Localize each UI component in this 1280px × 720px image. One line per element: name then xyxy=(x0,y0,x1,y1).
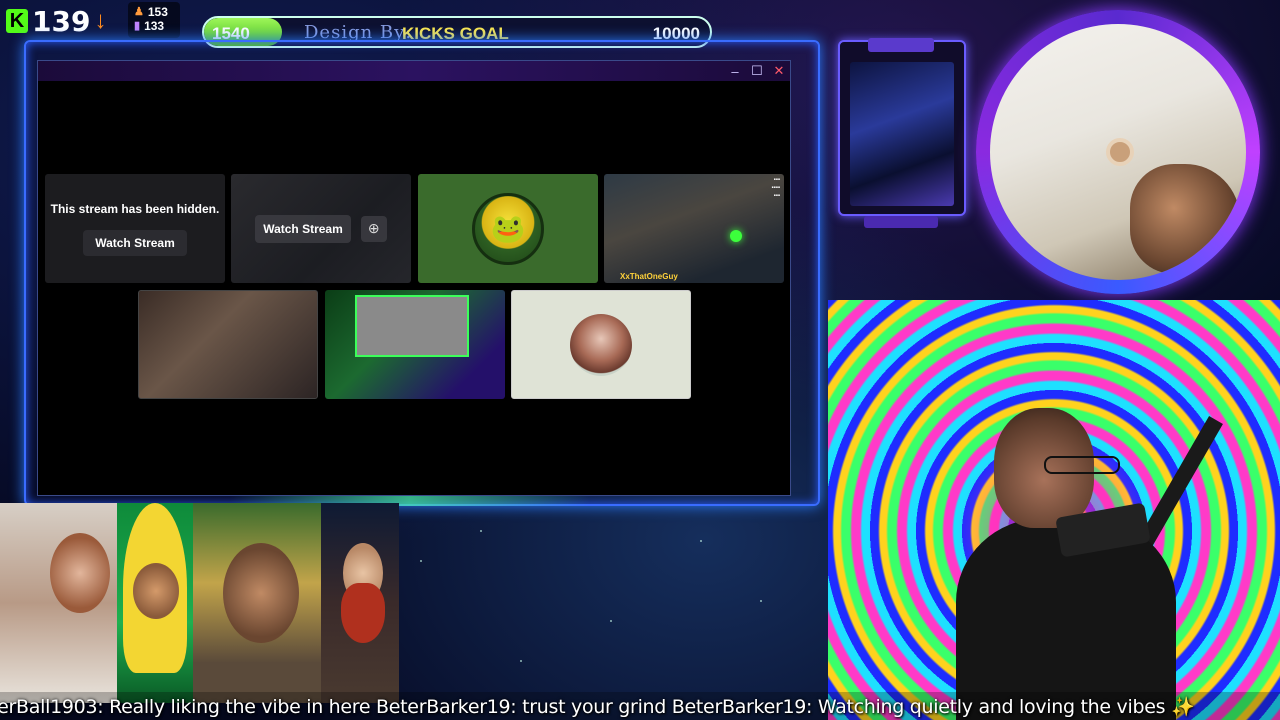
multistream-window[interactable]: – ☐ ✕ This stream has been hidden. Watch… xyxy=(37,60,791,496)
album-person xyxy=(1130,164,1240,274)
blurred-stream-tile: Watch Stream ⊕ xyxy=(231,174,411,283)
chat-ticker-text: terBall1903: Really liking the vibe in h… xyxy=(0,696,1195,718)
stream-tile-game[interactable]: ▪▪▪ ▪▪▪▪ ▪▪▪ XxThatOneGuy xyxy=(604,174,784,283)
game-player-name: XxThatOneGuy xyxy=(620,272,678,281)
star xyxy=(760,600,762,602)
viewer-stats: ♟ 153 ▮ 133 xyxy=(128,2,180,38)
focus-icon[interactable]: ⊕ xyxy=(360,215,387,242)
minimize-button[interactable]: – xyxy=(724,61,746,81)
game-orb xyxy=(730,230,742,242)
kick-follower-counter: K 139 ↓ xyxy=(6,4,116,38)
star xyxy=(520,660,522,662)
stream-tile-avatar-woman[interactable] xyxy=(511,290,691,399)
kick-logo-icon: K xyxy=(6,9,28,33)
watch-stream-button[interactable]: Watch Stream xyxy=(255,214,351,243)
stream-tile-screen-share[interactable] xyxy=(138,290,318,399)
stat-two: 133 xyxy=(144,19,165,33)
streamer-head xyxy=(994,408,1120,528)
side-panel-cap xyxy=(868,38,934,52)
album-art xyxy=(990,24,1246,280)
star xyxy=(480,530,482,532)
close-button[interactable]: ✕ xyxy=(768,61,790,81)
star xyxy=(700,540,702,542)
participant-cam-1 xyxy=(0,503,117,703)
stream-inner-view xyxy=(355,295,469,357)
star xyxy=(420,560,422,562)
participant-face xyxy=(223,543,299,643)
stat-one: 153 xyxy=(147,5,168,19)
chat-ticker: terBall1903: Really liking the vibe in h… xyxy=(0,692,1280,720)
vinyl-center xyxy=(1106,138,1134,166)
person-icon: ♟ xyxy=(134,6,144,18)
participant-cam-4 xyxy=(321,503,399,703)
window-titlebar[interactable]: – ☐ ✕ xyxy=(38,61,790,81)
red-beard xyxy=(341,583,385,643)
hidden-stream-tile: This stream has been hidden. Watch Strea… xyxy=(45,174,225,283)
hidden-stream-message: This stream has been hidden. xyxy=(50,201,220,216)
kick-count: 139 xyxy=(32,4,91,38)
side-video-panel xyxy=(838,40,966,216)
stream-tile-avatar-frog[interactable]: 🐸 xyxy=(418,174,598,283)
participant-face xyxy=(50,533,110,613)
woman-avatar xyxy=(570,313,632,376)
participant-cam-3 xyxy=(193,503,321,703)
stream-tile-overlay[interactable] xyxy=(325,290,505,399)
side-video-content xyxy=(850,62,954,206)
participant-face xyxy=(133,563,179,619)
maximize-button[interactable]: ☐ xyxy=(746,61,768,81)
watch-stream-button[interactable]: Watch Stream xyxy=(83,229,187,256)
glasses xyxy=(1044,456,1120,474)
streamer xyxy=(956,408,1176,720)
streamer-webcam xyxy=(828,300,1280,720)
frog-avatar: 🐸 xyxy=(472,192,544,265)
side-panel-cap xyxy=(864,216,938,228)
down-arrow-icon: ↓ xyxy=(94,7,107,34)
participant-cam-2 xyxy=(117,503,193,703)
star xyxy=(610,620,612,622)
bar-chart-icon: ▮ xyxy=(134,20,141,32)
game-hud: ▪▪▪ ▪▪▪▪ ▪▪▪ xyxy=(771,177,780,199)
